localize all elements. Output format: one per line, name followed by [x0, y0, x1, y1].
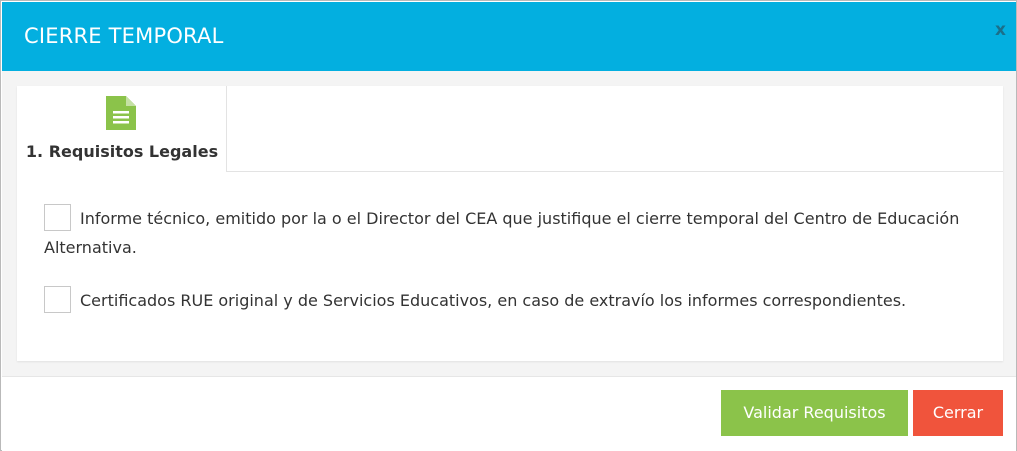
- requirement-item: Certificados RUE original y de Servicios…: [44, 286, 984, 315]
- cierre-temporal-modal: CIERRE TEMPORAL x 1. Requisitos Legales: [0, 0, 1017, 451]
- validate-requirements-button[interactable]: Validar Requisitos: [721, 390, 908, 436]
- requirement-checkbox[interactable]: [44, 204, 71, 231]
- requirement-text: Certificados RUE original y de Servicios…: [80, 291, 907, 310]
- modal-footer: Validar Requisitos Cerrar: [2, 376, 1016, 451]
- requirement-checkbox[interactable]: [44, 286, 71, 313]
- modal-title: CIERRE TEMPORAL: [24, 24, 224, 48]
- document-icon: [106, 96, 136, 130]
- close-button[interactable]: Cerrar: [913, 390, 1003, 436]
- tabs-bar: 1. Requisitos Legales: [17, 86, 1003, 172]
- tab-label: 1. Requisitos Legales: [25, 142, 219, 161]
- close-x-button[interactable]: x: [995, 20, 1006, 40]
- modal-header: CIERRE TEMPORAL x: [2, 2, 1016, 71]
- modal-body: 1. Requisitos Legales Informe técnico, e…: [2, 71, 1016, 376]
- requirement-text: Informe técnico, emitido por la o el Dir…: [44, 209, 960, 257]
- requirement-item: Informe técnico, emitido por la o el Dir…: [44, 204, 984, 262]
- requirements-panel: 1. Requisitos Legales Informe técnico, e…: [17, 86, 1003, 361]
- tab-requisitos-legales[interactable]: 1. Requisitos Legales: [17, 86, 227, 172]
